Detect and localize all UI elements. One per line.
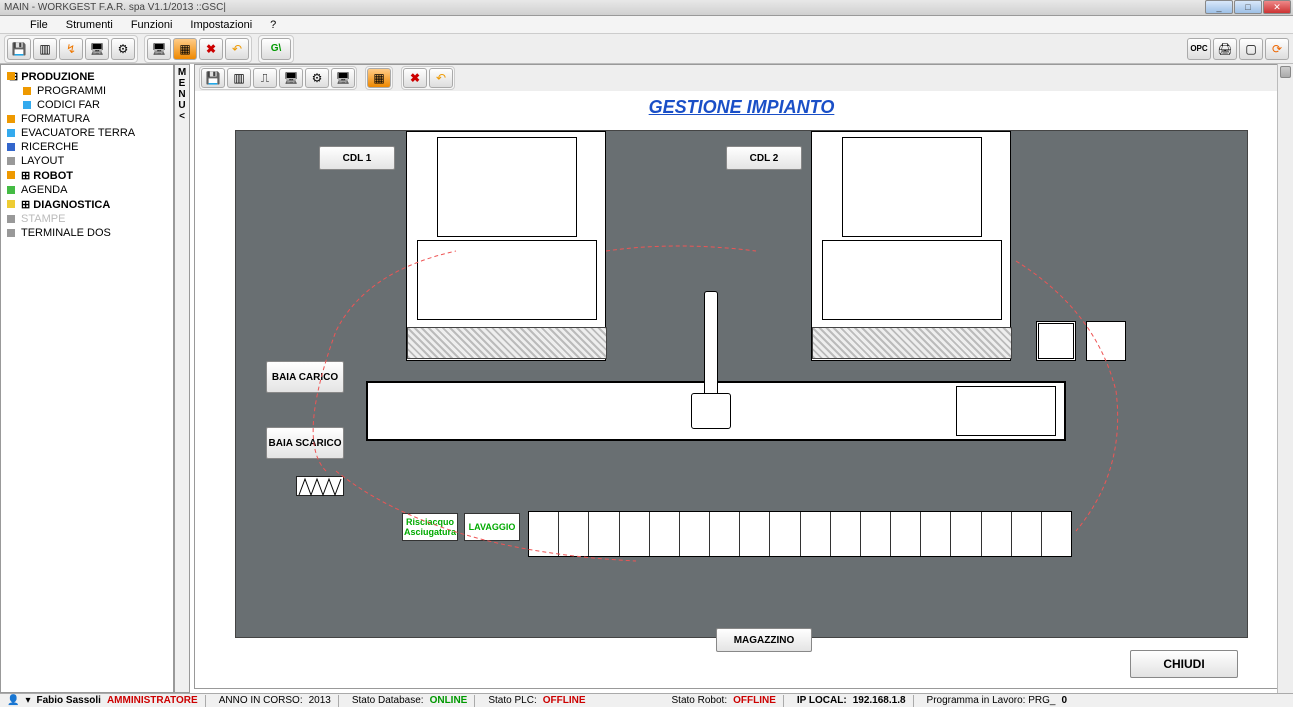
vertical-scrollbar[interactable]: [1277, 64, 1293, 693]
carriage: [956, 386, 1056, 436]
status-ip: 192.168.1.8: [850, 695, 909, 706]
waveform-icon: [296, 476, 344, 496]
content-area: 💾 ▥ ⎍ 🖥 ⚙ 🖥 ▦ ✖ ↶ GESTIONE IMPIANTO: [190, 64, 1293, 693]
close-window-button[interactable]: ✕: [1263, 0, 1291, 14]
status-prg-label: Programma in Lavoro: PRG_: [924, 695, 1059, 706]
menu-bar: File Strumenti Funzioni Impostazioni ?: [0, 16, 1293, 34]
menu-impostazioni[interactable]: Impostazioni: [182, 17, 260, 33]
aux-box-1b: [1038, 323, 1074, 359]
refresh-icon[interactable]: ⟳: [1265, 38, 1289, 60]
mimic-frame: 💾 ▥ ⎍ 🖥 ⚙ 🖥 ▦ ✖ ↶ GESTIONE IMPIANTO: [194, 64, 1289, 689]
status-prg: 0: [1058, 695, 1070, 706]
status-robot: OFFLINE: [730, 695, 779, 706]
inner-machine-icon[interactable]: ▥: [227, 68, 251, 88]
toolbar-group-3: G\: [258, 35, 294, 63]
toolbar-right: OPC 🖨 ▢ ⟳: [1187, 38, 1289, 60]
tree-stampe: STAMPE: [3, 212, 171, 226]
main-toolbar: 💾 ▥ ↯ 🖥 ⚙ 🖥 ▦ ✖ ↶ G\ OPC 🖨 ▢ ⟳: [0, 34, 1293, 64]
inner-gears-icon[interactable]: ⚙: [305, 68, 329, 88]
print-icon[interactable]: 🖨: [1213, 38, 1237, 60]
menu-funzioni[interactable]: Funzioni: [123, 17, 181, 33]
undo-icon[interactable]: ↶: [225, 38, 249, 60]
menu-help[interactable]: ?: [262, 17, 284, 33]
status-db: ONLINE: [427, 695, 471, 706]
inner-group-1: 💾 ▥ ⎍ 🖥 ⚙ 🖥: [199, 66, 357, 90]
risciacquo-box[interactable]: Risciacquo Asciugatura: [402, 513, 458, 541]
machine-cdl2: [811, 131, 1011, 361]
tree-ricerche[interactable]: RICERCHE: [3, 140, 171, 154]
cdl2-button[interactable]: CDL 2: [726, 146, 802, 170]
screen-icon[interactable]: 🖥: [147, 38, 171, 60]
magazzino-rack: [528, 511, 1072, 557]
machine-icon[interactable]: ▥: [33, 38, 57, 60]
robot-icon[interactable]: ↯: [59, 38, 83, 60]
page-title: GESTIONE IMPIANTO: [195, 91, 1288, 124]
baia-carico-button[interactable]: BAIA CARICO: [266, 361, 344, 393]
inner-toolbar: 💾 ▥ ⎍ 🖥 ⚙ 🖥 ▦ ✖ ↶: [195, 65, 1288, 91]
magazzino-button[interactable]: MAGAZZINO: [716, 628, 812, 652]
plant-layout-mimic: CDL 1 CDL 2 BAIA CARICO: [235, 130, 1248, 638]
tree-diagnostica[interactable]: ⊞ DIAGNOSTICA: [3, 197, 171, 212]
save-icon[interactable]: 💾: [7, 38, 31, 60]
inner-monitor-icon[interactable]: 🖥: [279, 68, 303, 88]
cdl1-button[interactable]: CDL 1: [319, 146, 395, 170]
tree-produzione[interactable]: ⊟ PRODUZIONE: [3, 69, 171, 84]
status-robot-label: Stato Robot:: [669, 695, 731, 706]
scrollbar-thumb[interactable]: [1280, 66, 1291, 78]
status-anno: 2013: [306, 695, 334, 706]
status-plc-label: Stato PLC:: [485, 695, 539, 706]
orange-box-icon[interactable]: ▦: [173, 38, 197, 60]
monitor-icon[interactable]: 🖥: [85, 38, 109, 60]
inner-undo-icon[interactable]: ↶: [429, 68, 453, 88]
inner-tool-icon[interactable]: ⎍: [253, 68, 277, 88]
status-user: Fabio Sassoli: [33, 695, 103, 706]
window-icon[interactable]: ▢: [1239, 38, 1263, 60]
tree-programmi[interactable]: PROGRAMMI: [3, 84, 171, 98]
baia-scarico-button[interactable]: BAIA SCARICO: [266, 427, 344, 459]
gears-icon[interactable]: ⚙: [111, 38, 135, 60]
logo-icon[interactable]: G\: [261, 38, 291, 60]
toolbar-group-2: 🖥 ▦ ✖ ↶: [144, 35, 252, 63]
chiudi-button[interactable]: CHIUDI: [1130, 650, 1238, 678]
tree-robot[interactable]: ⊞ ROBOT: [3, 168, 171, 183]
tree-evacuatore[interactable]: EVACUATORE TERRA: [3, 126, 171, 140]
status-ip-label: IP LOCAL:: [794, 695, 850, 706]
inner-group-3: ✖ ↶: [401, 66, 455, 90]
maximize-button[interactable]: □: [1234, 0, 1262, 14]
status-anno-label: ANNO IN CORSO:: [216, 695, 306, 706]
tree-codici[interactable]: CODICI FAR: [3, 98, 171, 112]
status-plc: OFFLINE: [540, 695, 589, 706]
inner-save-icon[interactable]: 💾: [201, 68, 225, 88]
menu-collapse-button[interactable]: MENU<: [174, 64, 190, 693]
opc-icon[interactable]: OPC: [1187, 38, 1211, 60]
status-bar: 👤 ▾ Fabio Sassoli AMMINISTRATORE ANNO IN…: [0, 693, 1293, 707]
minimize-button[interactable]: _: [1205, 0, 1233, 14]
inner-screen2-icon[interactable]: 🖥: [331, 68, 355, 88]
menu-strumenti[interactable]: Strumenti: [58, 17, 121, 33]
window-buttons: _ □ ✕: [1205, 0, 1291, 14]
window-title: MAIN - WORKGEST F.A.R. spa V1.1/2013 ::G…: [4, 2, 226, 13]
inner-orange-icon[interactable]: ▦: [367, 68, 391, 88]
tree-agenda[interactable]: AGENDA: [3, 183, 171, 197]
toolbar-group-1: 💾 ▥ ↯ 🖥 ⚙: [4, 35, 138, 63]
inner-delete-icon[interactable]: ✖: [403, 68, 427, 88]
status-role: AMMINISTRATORE: [104, 695, 201, 706]
tree-formatura[interactable]: FORMATURA: [3, 112, 171, 126]
robot-base: [691, 393, 731, 429]
status-user-marker: ▾: [22, 695, 33, 706]
aux-box-2: [1086, 321, 1126, 361]
lavaggio-box[interactable]: LAVAGGIO: [464, 513, 520, 541]
navigation-tree: ⊟ PRODUZIONE PROGRAMMI CODICI FAR FORMAT…: [0, 64, 174, 693]
user-icon: 👤: [4, 695, 22, 706]
menu-file[interactable]: File: [22, 17, 56, 33]
machine-cdl1: [406, 131, 606, 361]
tree-layout[interactable]: LAYOUT: [3, 154, 171, 168]
status-db-label: Stato Database:: [349, 695, 427, 706]
titlebar: MAIN - WORKGEST F.A.R. spa V1.1/2013 ::G…: [0, 0, 1293, 16]
delete-icon[interactable]: ✖: [199, 38, 223, 60]
tree-terminale[interactable]: TERMINALE DOS: [3, 226, 171, 240]
inner-group-2: ▦: [365, 66, 393, 90]
